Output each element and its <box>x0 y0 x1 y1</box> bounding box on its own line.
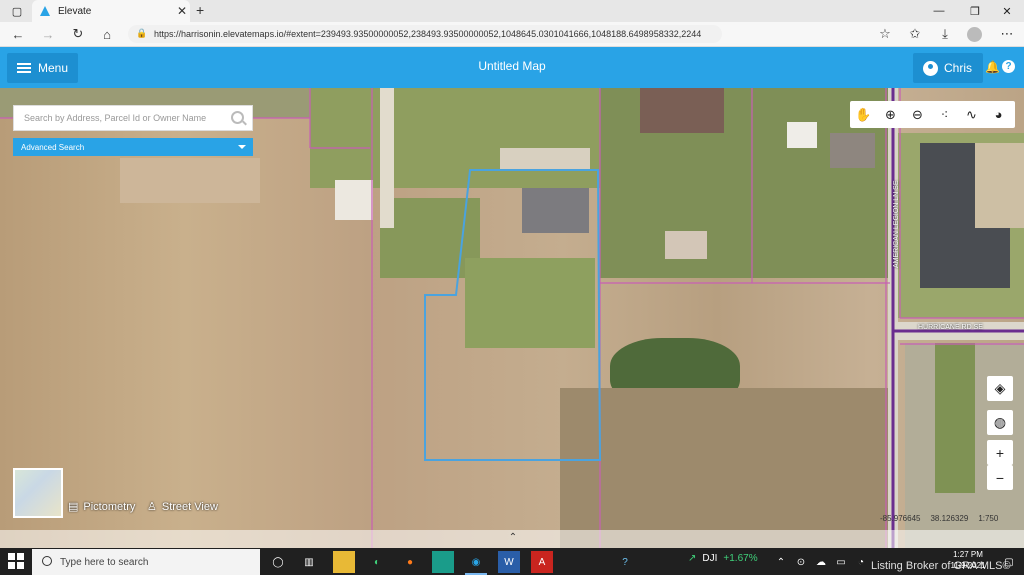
more-options-icon[interactable]: ⋯ <box>996 24 1018 44</box>
tab-actions-icon[interactable]: ▢ <box>0 0 34 22</box>
close-tab-icon[interactable]: ✕ <box>174 4 190 18</box>
stock-change: +1.67% <box>723 553 758 564</box>
user-button[interactable]: Chris <box>913 53 983 83</box>
home-icon[interactable]: ⌂ <box>96 24 118 44</box>
browser-tab[interactable]: Elevate ✕ <box>32 0 190 22</box>
coordinate-readout: -85.976645 38.126329 1:750 <box>880 510 1020 526</box>
chevron-down-icon <box>238 145 246 149</box>
zoom-in-button[interactable]: + <box>987 440 1013 465</box>
menu-button[interactable]: Menu <box>7 53 78 83</box>
advanced-search-toggle[interactable]: Advanced Search <box>13 138 253 156</box>
new-tab-button[interactable]: + <box>196 2 204 18</box>
collections-icon[interactable]: ✩ <box>904 24 926 44</box>
tab-title: Elevate <box>58 5 92 17</box>
refresh-icon[interactable]: ↻ <box>67 24 89 44</box>
pan-hand-icon[interactable]: ✋ <box>850 101 877 128</box>
listing-watermark: Listing Broker of GRA MLS© <box>871 560 1011 572</box>
taskbar-search-placeholder: Type here to search <box>60 556 149 568</box>
maximize-icon[interactable]: ❐ <box>958 0 992 22</box>
notification-bell-icon[interactable]: 🔔 <box>985 60 1000 74</box>
selected-parcel-outline <box>424 169 602 461</box>
aerial-map[interactable]: AMERICAN LEGION LN SE HURRICANE RD SE <box>0 88 1024 548</box>
coord-y: 38.126329 <box>930 513 969 523</box>
stock-widget[interactable]: ↗ DJI +1.67% <box>688 553 758 564</box>
favorite-star-icon[interactable]: ☆ <box>874 24 896 44</box>
cortana-icon[interactable]: ◯ <box>267 551 289 573</box>
user-icon <box>923 60 938 76</box>
map-scale: 1:750 <box>978 513 999 523</box>
zoom-in-tool-icon[interactable]: ⊕ <box>877 101 904 128</box>
profile-avatar-icon[interactable] <box>967 27 982 42</box>
street-view-label: Street View <box>161 500 218 513</box>
search-icon <box>42 556 52 566</box>
clock-time: 1:27 PM <box>953 550 983 559</box>
search-input[interactable]: Search by Address, Parcel Id or Owner Na… <box>13 105 253 131</box>
edge-icon[interactable]: ◉ <box>465 551 487 575</box>
word-icon[interactable]: W <box>498 551 520 573</box>
minimize-icon[interactable]: — <box>922 0 956 22</box>
edge-dev-icon[interactable]: ◐ <box>366 551 388 573</box>
map-toolbar: ✋ ⊕ ⊖ ⁖ ∿ ◕ <box>850 101 1015 128</box>
search-icon[interactable] <box>231 111 244 124</box>
back-arrow-icon[interactable]: ← <box>7 24 29 44</box>
trend-up-icon: ↗ <box>688 553 697 564</box>
url-text: https://harrisonin.elevatemaps.io/#exten… <box>154 29 702 39</box>
search-placeholder: Search by Address, Parcel Id or Owner Na… <box>24 113 207 123</box>
battery-icon[interactable]: ▭ <box>830 551 852 573</box>
road-label-horizontal: HURRICANE RD SE <box>918 324 983 331</box>
menu-label: Menu <box>38 61 69 75</box>
show-hidden-icons-icon[interactable]: ⌃ <box>770 551 792 573</box>
help-icon[interactable]: ? <box>1002 60 1015 73</box>
coord-x: -85.976645 <box>880 513 921 523</box>
pictometry-label: Pictometry <box>83 500 136 513</box>
firefox-icon[interactable]: ● <box>399 551 421 573</box>
layers-icon[interactable]: ◈ <box>987 376 1013 401</box>
forward-arrow-icon[interactable]: → <box>37 24 59 44</box>
lock-icon: 🔒 <box>136 28 148 38</box>
close-window-icon[interactable]: ✕ <box>990 0 1024 22</box>
parcel-lines <box>0 88 1024 548</box>
store-icon[interactable] <box>432 551 454 573</box>
taskbar-search[interactable]: Type here to search <box>32 549 260 575</box>
url-field[interactable]: 🔒 https://harrisonin.elevatemaps.io/#ext… <box>128 25 722 43</box>
windows-start-icon[interactable] <box>8 553 24 569</box>
basemap-thumbnail[interactable] <box>13 468 63 518</box>
globe-icon[interactable]: ◍ <box>987 410 1013 435</box>
palette-icon[interactable]: ◕ <box>985 101 1012 128</box>
network-icon[interactable]: ◔ <box>850 551 872 573</box>
meet-now-icon[interactable]: ⊙ <box>790 551 812 573</box>
zoom-out-button[interactable]: − <box>987 465 1013 490</box>
acrobat-icon[interactable]: A <box>531 551 553 573</box>
hamburger-icon <box>17 63 31 73</box>
user-name: Chris <box>944 61 973 75</box>
zoom-out-tool-icon[interactable]: ⊖ <box>904 101 931 128</box>
elevate-favicon-icon <box>40 6 50 16</box>
person-icon: ♙ <box>147 501 157 513</box>
measure-points-icon[interactable]: ⁖ <box>931 101 958 128</box>
map-title[interactable]: Untitled Map <box>412 59 612 73</box>
chevron-up-icon[interactable]: ⌃ <box>505 532 521 546</box>
downloads-icon[interactable]: ⤓ <box>934 24 956 44</box>
street-view-button[interactable]: ♙ Street View <box>147 500 218 514</box>
onedrive-icon[interactable]: ☁ <box>810 551 832 573</box>
task-view-icon[interactable]: ▥ <box>298 551 320 573</box>
advanced-search-label: Advanced Search <box>21 142 85 152</box>
file-explorer-icon[interactable] <box>333 551 355 573</box>
pictometry-button[interactable]: ▤ Pictometry <box>68 500 136 514</box>
draw-tool-icon[interactable]: ∿ <box>958 101 985 128</box>
stock-name: DJI <box>702 553 718 564</box>
pictometry-icon: ▤ <box>68 501 79 513</box>
help-app-icon[interactable]: ? <box>614 551 636 573</box>
